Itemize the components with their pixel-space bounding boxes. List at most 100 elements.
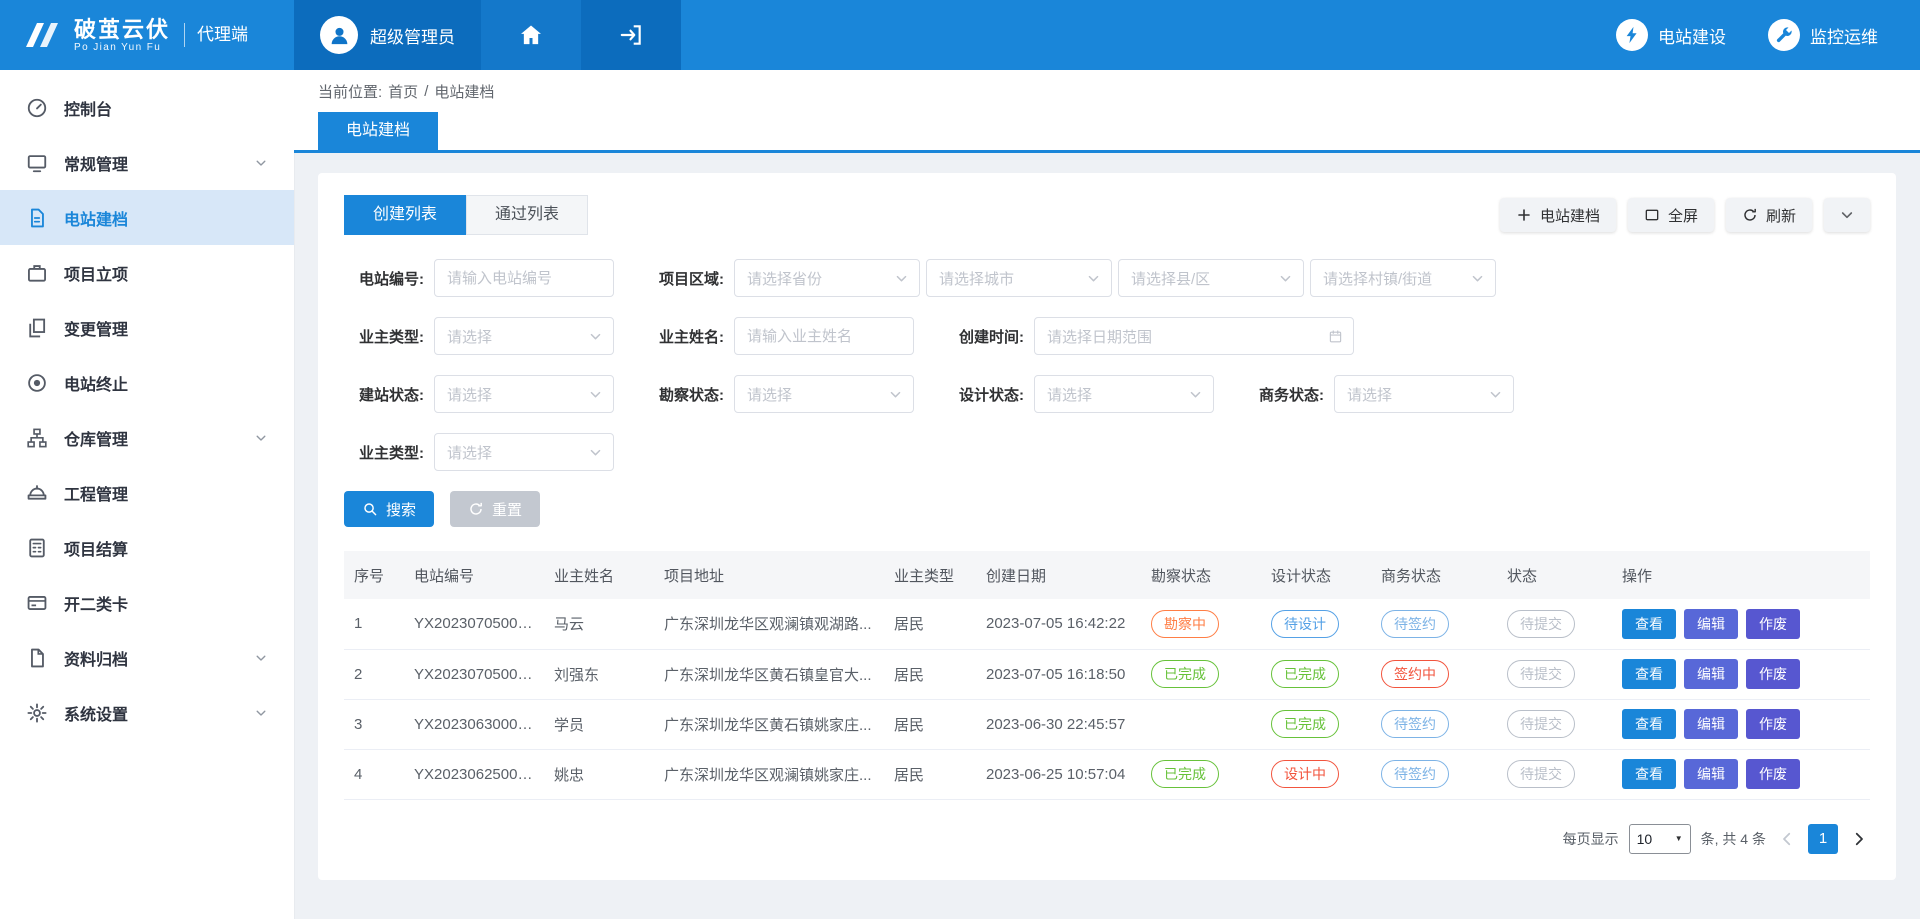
sidebar-item-station-filing[interactable]: 电站建档 [0,190,294,245]
home-icon [518,22,544,48]
next-page-button[interactable] [1848,830,1870,848]
sidebar-item-data-archive[interactable]: 资料归档 [0,630,294,685]
nav-station-build[interactable]: 电站建设 [1616,0,1726,70]
create-date-range[interactable]: 请选择日期范围 [1034,317,1354,355]
sidebar-item-type2-card[interactable]: 开二类卡 [0,575,294,630]
sidebar-item-label: 工程管理 [64,481,128,505]
city-select[interactable]: 请选择城市 [926,259,1112,297]
cell-created: 2023-06-25 10:57:04 [976,749,1141,799]
logout-button[interactable] [581,0,681,70]
edit-button[interactable]: 编辑 [1684,609,1738,639]
chevron-down-icon [254,431,268,445]
chevron-down-icon [254,156,268,170]
void-button[interactable]: 作废 [1746,659,1800,689]
filter-label: 设计状态: [944,384,1024,405]
province-select-placeholder: 请选择省份 [747,268,822,289]
status-badge: 待签约 [1381,610,1449,638]
county-select[interactable]: 请选择县/区 [1118,259,1304,297]
void-button[interactable]: 作废 [1746,759,1800,789]
owner-type-select[interactable]: 请选择 [434,317,614,355]
page-size-select[interactable]: 10 ▼ [1629,824,1691,854]
filter-row: 业主类型:请选择业主姓名:创建时间:请选择日期范围 [344,317,1870,355]
edit-button[interactable]: 编辑 [1684,759,1738,789]
province-select[interactable]: 请选择省份 [734,259,920,297]
nav-monitor-ops[interactable]: 监控运维 [1768,0,1878,70]
per-page-label: 每页显示 [1563,829,1619,849]
sidebar-item-project-settlement[interactable]: 项目结算 [0,520,294,575]
view-button[interactable]: 查看 [1622,759,1676,789]
reset-button[interactable]: 重置 [450,491,540,527]
cell-actions: 查看编辑作废 [1612,749,1870,799]
calendar-icon [1328,329,1343,344]
sidebar-item-project-initiation[interactable]: 项目立项 [0,245,294,300]
cell-seq: 4 [344,749,404,799]
tab-passed-list[interactable]: 通过列表 [466,195,588,235]
column-header: 勘察状态 [1141,551,1261,599]
refresh-button[interactable]: 刷新 [1726,198,1812,232]
file-icon [26,207,48,229]
engineering-icon [26,482,48,504]
panel-header: 创建列表通过列表 电站建档全屏刷新 [344,195,1870,235]
page-number-1[interactable]: 1 [1808,824,1838,854]
search-button-label: 搜索 [386,499,416,520]
main-content: 当前位置: 首页 / 电站建档 电站建档 创建列表通过列表 电站建档全屏刷新 电… [294,70,1920,919]
status-badge: 勘察中 [1151,610,1219,638]
sidebar-item-engineering-mgmt[interactable]: 工程管理 [0,465,294,520]
logo-text: 破茧云伏 Po Jian Yun Fu [74,17,170,53]
page-size-value: 10 [1637,831,1653,847]
build-status-select[interactable]: 请选择 [434,375,614,413]
sidebar-item-label: 电站建档 [64,206,128,230]
filter-label: 业主类型: [344,442,424,463]
design-status-select[interactable]: 请选择 [1034,375,1214,413]
sidebar-item-station-termination[interactable]: 电站终止 [0,355,294,410]
sidebar-item-label: 项目立项 [64,261,128,285]
avatar [320,16,358,54]
view-button[interactable]: 查看 [1622,659,1676,689]
cell-station-code: YX2023070500011 [404,599,544,649]
owner-type-select-2[interactable]: 请选择 [434,433,614,471]
sidebar-item-warehouse-mgmt[interactable]: 仓库管理 [0,410,294,465]
table-row: 4YX2023062500004姚忠广东深圳龙华区观澜镇姚家庄...居民2023… [344,749,1870,799]
chevron-down-icon [254,706,268,720]
user-menu[interactable]: 超级管理员 [294,0,481,70]
view-button[interactable]: 查看 [1622,709,1676,739]
edit-button[interactable]: 编辑 [1684,709,1738,739]
build-status-select-placeholder: 请选择 [447,384,492,405]
station-code-input[interactable] [434,259,614,297]
fullscreen-button[interactable]: 全屏 [1628,198,1714,232]
sidebar-item-system-settings[interactable]: 系统设置 [0,685,294,740]
void-button[interactable]: 作废 [1746,609,1800,639]
column-header: 设计状态 [1261,551,1371,599]
chevron-down-icon [1278,271,1293,286]
business-status-select[interactable]: 请选择 [1334,375,1514,413]
sidebar-item-change-mgmt[interactable]: 变更管理 [0,300,294,355]
page-tab-station-filing[interactable]: 电站建档 [318,112,438,150]
edit-button[interactable]: 编辑 [1684,659,1738,689]
tab-create-list[interactable]: 创建列表 [344,195,466,235]
status-badge: 设计中 [1271,760,1339,788]
collapse-button[interactable] [1824,198,1870,232]
cell-owner-type: 居民 [884,699,976,749]
town-select[interactable]: 请选择村镇/街道 [1310,259,1496,297]
total-count-label: 条, 共 4 条 [1701,829,1766,849]
cell-station-code: YX2023063000009 [404,699,544,749]
sidebar-item-console[interactable]: 控制台 [0,80,294,135]
owner-name-input[interactable] [734,317,914,355]
design-status-select-placeholder: 请选择 [1047,384,1092,405]
view-button[interactable]: 查看 [1622,609,1676,639]
prev-page-button[interactable] [1776,830,1798,848]
breadcrumb-home[interactable]: 首页 [388,81,418,102]
cell-address: 广东深圳龙华区观澜镇观湖路... [654,599,884,649]
cell-station-code: YX2023070500010 [404,649,544,699]
business-status-select-placeholder: 请选择 [1347,384,1392,405]
top-header: 破茧云伏 Po Jian Yun Fu 代理端 超级管理员 [0,0,1920,70]
cell-business-status: 签约中 [1371,649,1497,699]
survey-status-select[interactable]: 请选择 [734,375,914,413]
add-station-button[interactable]: 电站建档 [1500,198,1616,232]
search-button[interactable]: 搜索 [344,491,434,527]
cell-status: 待提交 [1497,599,1612,649]
void-button[interactable]: 作废 [1746,709,1800,739]
sidebar-item-general-mgmt[interactable]: 常规管理 [0,135,294,190]
home-button[interactable] [481,0,581,70]
status-badge: 待提交 [1507,760,1575,788]
